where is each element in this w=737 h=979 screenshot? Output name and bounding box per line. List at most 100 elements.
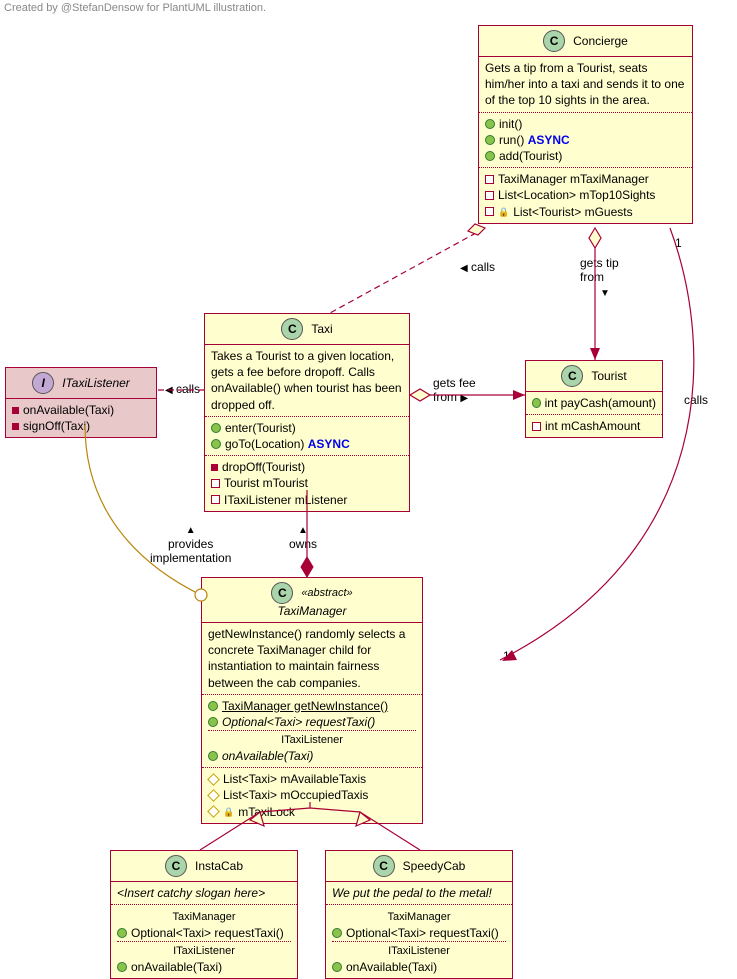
field-row: dropOff(Tourist) bbox=[211, 459, 403, 475]
class-header: C InstaCab bbox=[111, 851, 297, 882]
class-desc: Gets a tip from a Tourist, seats him/her… bbox=[479, 57, 692, 113]
class-instacab: C InstaCab <Insert catchy slogan here> T… bbox=[110, 850, 298, 979]
class-header: C SpeedyCab bbox=[326, 851, 512, 882]
class-icon: C bbox=[543, 30, 565, 52]
label-calls-taxi-itl: ◀ calls bbox=[165, 382, 200, 397]
lock-icon: 🔒 bbox=[498, 206, 509, 218]
method-row: TaxiManager getNewInstance() bbox=[208, 698, 416, 714]
method-row: add(Tourist) bbox=[485, 148, 686, 164]
field-row: List<Taxi> mAvailableTaxis bbox=[208, 771, 416, 787]
class-desc: <Insert catchy slogan here> bbox=[111, 882, 297, 905]
field-row: 🔒List<Tourist> mGuests bbox=[485, 204, 686, 220]
public-icon bbox=[485, 119, 495, 129]
class-taxi: C Taxi Takes a Tourist to a given locati… bbox=[204, 313, 410, 512]
class-title: Taxi bbox=[311, 322, 332, 336]
section-title: TaxiManager bbox=[332, 908, 506, 925]
class-header: C Taxi bbox=[205, 314, 409, 345]
class-icon: C bbox=[165, 855, 187, 877]
section-title: ITaxiListener bbox=[117, 941, 291, 959]
public-icon bbox=[532, 398, 541, 408]
field-row: TaxiManager mTaxiManager bbox=[485, 171, 686, 187]
class-title: SpeedyCab bbox=[403, 859, 466, 873]
protected-icon bbox=[207, 805, 220, 818]
class-header: C «abstract» TaxiManager bbox=[202, 578, 422, 623]
method-row: onAvailable(Taxi) bbox=[332, 959, 506, 975]
public-icon bbox=[208, 717, 218, 727]
methods: init() run() ASYNC add(Tourist) bbox=[479, 113, 692, 169]
lock-icon: 🔒 bbox=[223, 806, 234, 818]
caption: Created by @StefanDensow for PlantUML il… bbox=[4, 2, 266, 14]
class-desc: We put the pedal to the metal! bbox=[326, 882, 512, 905]
methods: enter(Tourist) goTo(Location) ASYNC bbox=[205, 417, 409, 456]
class-title: TaxiManager bbox=[278, 604, 347, 618]
label-one-b: 1 bbox=[503, 649, 510, 663]
label-gets-tip: gets tipfrom▼ bbox=[580, 256, 619, 300]
class-title: Tourist bbox=[591, 369, 626, 383]
field-row: Tourist mTourist bbox=[211, 475, 403, 491]
private-method-icon bbox=[12, 423, 19, 430]
method-row: onAvailable(Taxi) bbox=[117, 959, 291, 975]
public-icon bbox=[332, 928, 342, 938]
section-title: TaxiManager bbox=[117, 908, 291, 925]
class-icon: C bbox=[281, 318, 303, 340]
field-row: int mCashAmount bbox=[532, 418, 656, 434]
protected-icon bbox=[207, 773, 220, 786]
method-row: Optional<Taxi> requestTaxi() bbox=[117, 925, 291, 941]
interface-icon: I bbox=[32, 372, 54, 394]
public-icon bbox=[485, 135, 495, 145]
public-icon bbox=[211, 423, 221, 433]
private-icon bbox=[485, 207, 494, 216]
class-title: Concierge bbox=[573, 34, 628, 48]
label-gets-fee: gets feefrom ▶ bbox=[433, 376, 476, 405]
method-row: onAvailable(Taxi) bbox=[12, 402, 150, 418]
field-row: List<Location> mTop10Sights bbox=[485, 187, 686, 203]
class-desc: getNewInstance() randomly selects a conc… bbox=[202, 623, 422, 695]
class-icon: C bbox=[561, 365, 583, 387]
label-calls-concierge-tm: calls bbox=[684, 393, 708, 407]
priv: dropOff(Tourist) Tourist mTourist ITaxiL… bbox=[205, 456, 409, 511]
methods: int payCash(amount) bbox=[526, 392, 662, 415]
protected-icon bbox=[207, 789, 220, 802]
section-title: ITaxiListener bbox=[208, 730, 416, 748]
class-header: C Tourist bbox=[526, 361, 662, 392]
class-icon: C bbox=[271, 582, 293, 604]
public-icon bbox=[208, 701, 218, 711]
method-row: init() bbox=[485, 116, 686, 132]
method-row: int payCash(amount) bbox=[532, 395, 656, 411]
fields: int mCashAmount bbox=[526, 415, 662, 437]
label-owns: ▲owns bbox=[289, 522, 317, 551]
fields: List<Taxi> mAvailableTaxis List<Taxi> mO… bbox=[202, 768, 422, 823]
private-method-icon bbox=[211, 464, 218, 471]
public-icon bbox=[117, 928, 127, 938]
public-icon bbox=[485, 151, 495, 161]
method-row: goTo(Location) ASYNC bbox=[211, 436, 403, 452]
private-icon bbox=[211, 495, 220, 504]
private-icon bbox=[485, 191, 494, 200]
class-tourist: C Tourist int payCash(amount) int mCashA… bbox=[525, 360, 663, 438]
public-icon bbox=[208, 751, 218, 761]
field-row: List<Taxi> mOccupiedTaxis bbox=[208, 787, 416, 803]
class-icon: C bbox=[373, 855, 395, 877]
private-icon bbox=[532, 422, 541, 431]
method-row: run() ASYNC bbox=[485, 132, 686, 148]
public-icon bbox=[332, 962, 342, 972]
class-speedycab: C SpeedyCab We put the pedal to the meta… bbox=[325, 850, 513, 979]
label-one-a: 1 bbox=[675, 236, 682, 250]
section-title: ITaxiListener bbox=[332, 941, 506, 959]
interface-itaxilistener: I ITaxiListener onAvailable(Taxi) signOf… bbox=[5, 367, 157, 438]
methods: onAvailable(Taxi) signOff(Taxi) bbox=[6, 399, 156, 437]
method-row: enter(Tourist) bbox=[211, 420, 403, 436]
private-icon bbox=[211, 479, 220, 488]
method-row: Optional<Taxi> requestTaxi() bbox=[332, 925, 506, 941]
field-row: ITaxiListener mListener bbox=[211, 492, 403, 508]
method-row: signOff(Taxi) bbox=[12, 418, 150, 434]
class-header: C Concierge bbox=[479, 26, 692, 57]
public-icon bbox=[117, 962, 127, 972]
label-provides: ▲providesimplementation bbox=[150, 522, 231, 566]
class-title: InstaCab bbox=[195, 859, 243, 873]
class-concierge: C Concierge Gets a tip from a Tourist, s… bbox=[478, 25, 693, 224]
methods: TaxiManager getNewInstance() Optional<Ta… bbox=[202, 695, 422, 768]
method-row: onAvailable(Taxi) bbox=[208, 748, 416, 764]
fields: TaxiManager mTaxiManager List<Location> … bbox=[479, 168, 692, 223]
private-method-icon bbox=[12, 407, 19, 414]
